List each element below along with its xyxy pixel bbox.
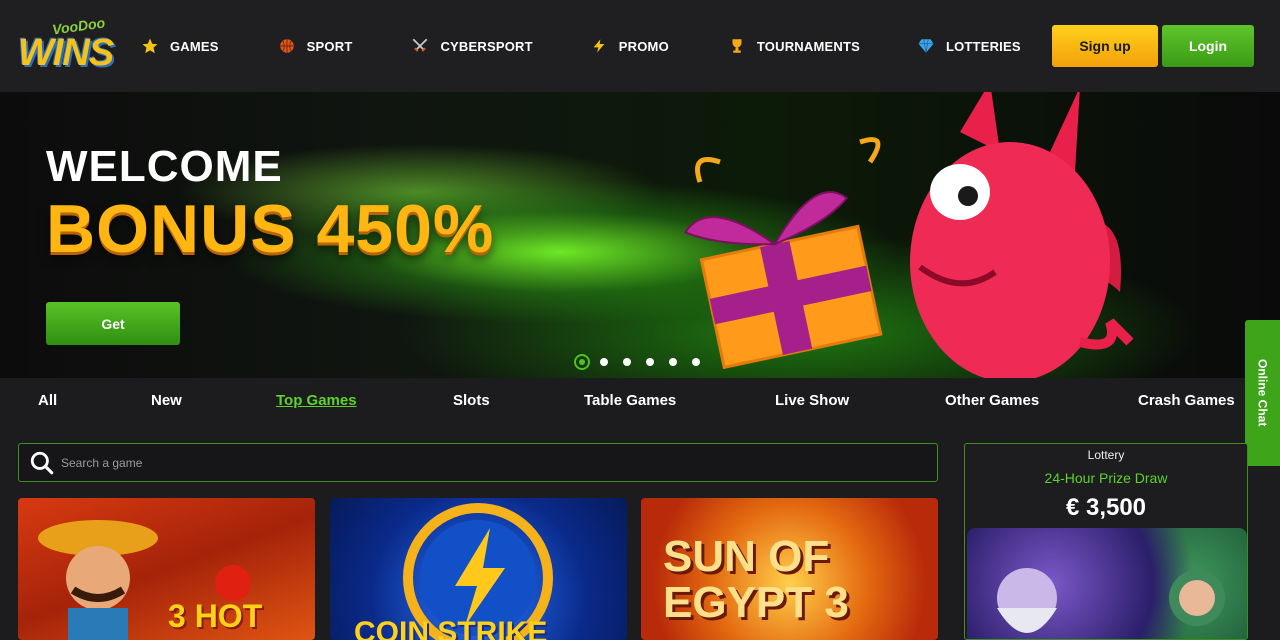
lottery-label: Lottery — [1087, 448, 1125, 462]
site-logo[interactable]: VooDoo WINS — [18, 14, 118, 76]
nav-label: CYBERSPORT — [440, 38, 533, 54]
search-input[interactable] — [61, 455, 861, 470]
game-tile[interactable]: COIN STRIKE — [330, 498, 627, 640]
nav-label: SPORT — [306, 38, 353, 54]
tab-crash-games[interactable]: Crash Games — [1138, 392, 1235, 409]
tab-all[interactable]: All — [38, 392, 57, 409]
carousel-dots — [574, 354, 715, 370]
nav-item-games[interactable]: GAMES — [140, 36, 219, 56]
tab-live-show[interactable]: Live Show — [775, 392, 849, 409]
nav-item-tournaments[interactable]: TOURNAMENTS — [727, 36, 860, 56]
game-category-tabs: All New Top Games Slots Table Games Live… — [0, 392, 1280, 420]
diamond-icon — [916, 36, 936, 56]
carousel-dot[interactable] — [669, 358, 677, 366]
nav-item-sport[interactable]: SPORT — [277, 36, 353, 56]
crossed-swords-icon — [410, 36, 430, 56]
signup-button[interactable]: Sign up — [1052, 25, 1158, 67]
nav-label: TOURNAMENTS — [756, 38, 860, 54]
carousel-dot[interactable] — [600, 358, 608, 366]
lightning-icon — [589, 36, 609, 56]
nav-label: GAMES — [170, 38, 219, 54]
trophy-icon — [727, 36, 747, 56]
star-icon — [140, 36, 160, 56]
tab-new[interactable]: New — [151, 392, 182, 409]
nav-item-promo[interactable]: PROMO — [589, 36, 669, 56]
lottery-panel[interactable]: Lottery 24-Hour Prize Draw € 3,500 — [964, 443, 1248, 640]
search-icon — [30, 451, 54, 474]
site-header: VooDoo WINS GAMES SPORT CYBERSPORT PROMO… — [0, 0, 1280, 92]
tab-top-games[interactable]: Top Games — [276, 392, 357, 409]
login-button[interactable]: Login — [1162, 25, 1254, 67]
main-nav: GAMES SPORT CYBERSPORT PROMO TOURNAMENTS — [140, 33, 1021, 59]
lottery-amount: € 3,500 — [1065, 494, 1147, 521]
game-title: SUN OF EGYPT 3 — [663, 532, 849, 627]
nav-label: LOTTERIES — [945, 38, 1021, 54]
devil-mascot-illustration — [683, 92, 1134, 378]
game-title: 3 HOT — [168, 598, 263, 634]
lottery-subtitle: 24-Hour Prize Draw — [1044, 470, 1168, 486]
carousel-dot[interactable] — [623, 358, 631, 366]
carousel-dot-active[interactable] — [574, 354, 590, 370]
carousel-dot[interactable] — [646, 358, 654, 366]
tab-other-games[interactable]: Other Games — [945, 392, 1039, 409]
game-tile[interactable]: 3 HOT — [18, 498, 315, 640]
tab-table-games[interactable]: Table Games — [584, 392, 676, 409]
nav-label: PROMO — [618, 38, 669, 54]
game-art — [38, 520, 251, 640]
tab-slots[interactable]: Slots — [453, 392, 490, 409]
banner-welcome-text: WELCOME — [46, 142, 283, 191]
carousel-dot[interactable] — [692, 358, 700, 366]
nav-item-lotteries[interactable]: LOTTERIES — [916, 36, 1021, 56]
game-search-bar[interactable] — [18, 443, 938, 482]
logo-main-text: WINS — [18, 32, 114, 74]
banner-bonus-text: BONUS 450% — [46, 191, 495, 267]
game-title: COIN STRIKE — [354, 616, 548, 640]
basketball-icon — [277, 36, 297, 56]
promo-banner[interactable]: WELCOME BONUS 450% Get — [0, 92, 1280, 378]
lottery-artwork — [967, 528, 1247, 639]
nav-item-cybersport[interactable]: CYBERSPORT — [410, 36, 533, 56]
get-bonus-button[interactable]: Get — [46, 302, 180, 345]
game-tile[interactable]: SUN OF EGYPT 3 — [641, 498, 938, 640]
